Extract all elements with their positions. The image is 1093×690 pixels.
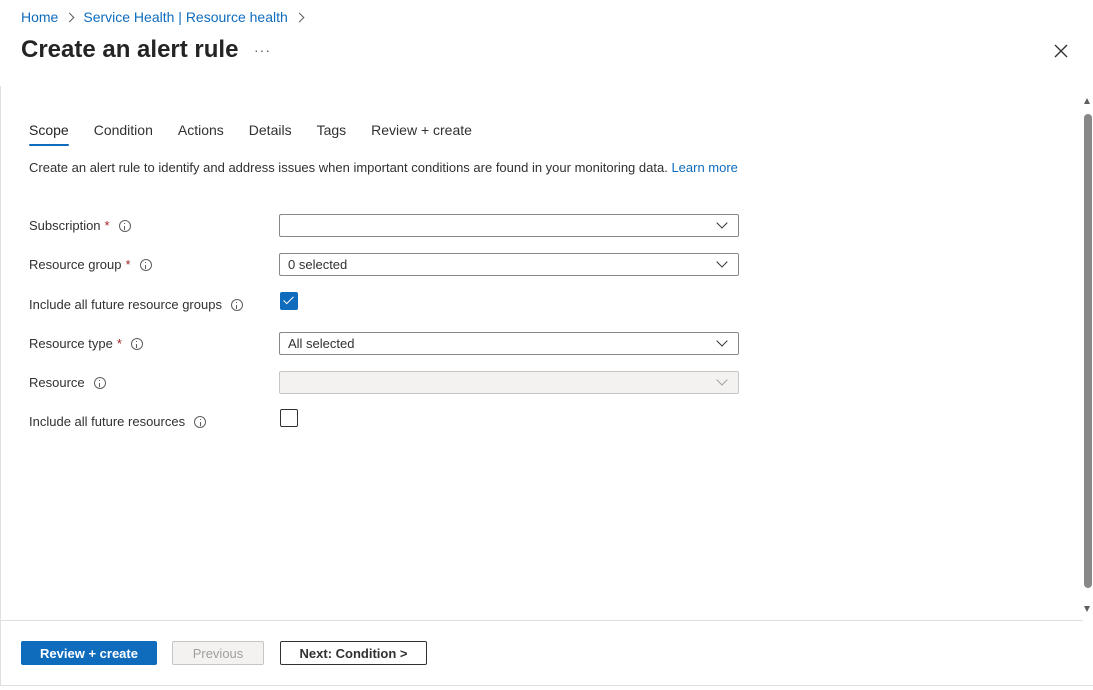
checkmark-icon bbox=[283, 293, 294, 305]
resource-group-label-text: Resource group bbox=[29, 257, 122, 272]
chevron-down-icon bbox=[716, 335, 728, 347]
include-future-resources-label: Include all future resources bbox=[29, 414, 207, 429]
chevron-down-icon bbox=[716, 217, 728, 229]
info-icon[interactable] bbox=[118, 219, 131, 232]
resource-type-value: All selected bbox=[288, 336, 355, 351]
more-options-icon[interactable]: ··· bbox=[254, 42, 271, 58]
close-icon[interactable] bbox=[1052, 42, 1070, 60]
include-future-rg-checkbox[interactable] bbox=[280, 292, 298, 310]
resource-label: Resource bbox=[29, 375, 106, 390]
include-future-resources-checkbox[interactable] bbox=[280, 409, 298, 427]
previous-button: Previous bbox=[172, 641, 264, 665]
vertical-scrollbar[interactable] bbox=[1083, 96, 1093, 614]
tab-details[interactable]: Details bbox=[249, 122, 292, 146]
info-icon[interactable] bbox=[139, 258, 152, 271]
include-future-rg-label: Include all future resource groups bbox=[29, 297, 243, 312]
chevron-right-icon bbox=[64, 12, 75, 22]
tab-tags[interactable]: Tags bbox=[317, 122, 347, 146]
tab-review-create[interactable]: Review + create bbox=[371, 122, 472, 146]
next-condition-button[interactable]: Next: Condition > bbox=[280, 641, 427, 665]
footer-divider bbox=[0, 620, 1083, 621]
resource-group-label: Resource group * bbox=[29, 257, 152, 272]
include-future-rg-label-text: Include all future resource groups bbox=[29, 297, 222, 312]
description-text: Create an alert rule to identify and add… bbox=[29, 160, 668, 175]
info-icon[interactable] bbox=[230, 298, 243, 311]
tab-condition[interactable]: Condition bbox=[94, 122, 153, 146]
scroll-thumb[interactable] bbox=[1084, 114, 1092, 588]
subscription-label: Subscription * bbox=[29, 218, 131, 233]
tab-actions[interactable]: Actions bbox=[178, 122, 224, 146]
required-marker: * bbox=[116, 336, 122, 351]
breadcrumb-home-link[interactable]: Home bbox=[21, 9, 58, 25]
review-create-button[interactable]: Review + create bbox=[21, 641, 157, 665]
info-icon[interactable] bbox=[194, 415, 207, 428]
resource-type-label-text: Resource type bbox=[29, 336, 113, 351]
required-marker: * bbox=[125, 257, 131, 272]
info-icon[interactable] bbox=[93, 376, 106, 389]
resource-group-value: 0 selected bbox=[288, 257, 348, 272]
include-future-resources-label-text: Include all future resources bbox=[29, 414, 186, 429]
subscription-dropdown[interactable] bbox=[279, 214, 739, 237]
resource-type-label: Resource type * bbox=[29, 336, 143, 351]
resource-group-dropdown[interactable]: 0 selected bbox=[279, 253, 739, 276]
breadcrumb: Home Service Health | Resource health bbox=[21, 9, 313, 25]
info-icon[interactable] bbox=[130, 337, 143, 350]
chevron-right-icon bbox=[294, 12, 305, 22]
wizard-tabs: Scope Condition Actions Details Tags Rev… bbox=[29, 122, 497, 146]
subscription-label-text: Subscription bbox=[29, 218, 101, 233]
page-title: Create an alert rule bbox=[21, 36, 239, 63]
chevron-down-icon bbox=[716, 374, 728, 386]
chevron-down-icon bbox=[716, 256, 728, 268]
scroll-down-icon[interactable] bbox=[1084, 606, 1090, 612]
tab-scope[interactable]: Scope bbox=[29, 122, 69, 146]
resource-type-dropdown[interactable]: All selected bbox=[279, 332, 739, 355]
learn-more-link[interactable]: Learn more bbox=[671, 160, 737, 175]
scroll-up-icon[interactable] bbox=[1084, 98, 1090, 104]
scope-description: Create an alert rule to identify and add… bbox=[29, 160, 738, 175]
resource-label-text: Resource bbox=[29, 375, 85, 390]
resource-dropdown bbox=[279, 371, 739, 394]
breadcrumb-service-health-link[interactable]: Service Health | Resource health bbox=[83, 9, 287, 25]
required-marker: * bbox=[104, 218, 110, 233]
